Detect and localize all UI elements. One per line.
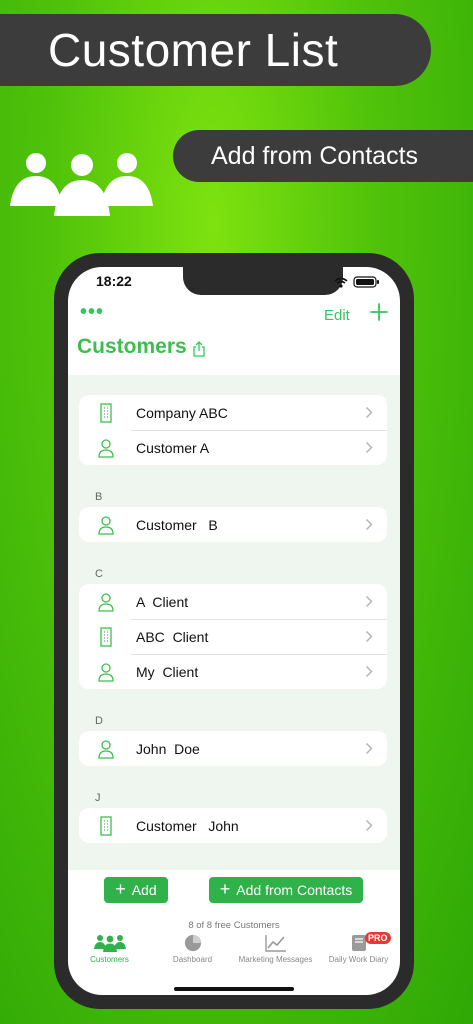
promo-title: Customer List [48,24,339,76]
add-from-contacts-button[interactable]: + Add from Contacts [209,877,363,903]
list-group: John Doe [79,731,387,766]
list-item-label: A Client [136,593,189,610]
plus-icon: + [115,879,126,899]
section-header: J [95,792,101,804]
list-item-label: John Doe [136,740,200,757]
home-indicator [174,987,294,991]
chevron-right-icon [365,595,373,608]
list-item-label: Customer B [136,516,218,533]
building-icon [100,816,112,836]
promo-subtitle-banner: Add from Contacts [173,130,473,182]
add-button-label: Add [131,882,157,898]
person-icon [98,663,114,682]
chevron-right-icon [365,441,373,454]
list-item-label: ABC Client [136,628,209,645]
list-item[interactable]: My Client [79,654,387,689]
pro-badge: PRO [365,932,391,944]
person-icon [98,740,114,759]
list-item[interactable]: Customer John [79,808,387,843]
status-icons [334,276,379,288]
list-item[interactable]: John Doe [79,731,387,766]
chevron-right-icon [365,819,373,832]
chevron-right-icon [365,518,373,531]
chevron-right-icon [365,742,373,755]
add-from-contacts-label: Add from Contacts [236,882,353,898]
list-group: A Client ABC Client My Client [79,584,387,689]
status-time: 18:22 [96,273,132,289]
pie-chart-icon [184,934,201,952]
list-item-label: Customer A [136,439,210,456]
people-icon [93,935,126,952]
list-item-label: My Client [136,663,199,680]
free-customers-note: 8 of 8 free Customers [188,920,280,931]
list-item[interactable]: Customer A [79,430,387,465]
chevron-right-icon [365,665,373,678]
tab-bar: Customers Dashboard Marketing Messages P… [68,932,400,974]
plus-icon: + [219,879,231,899]
person-icon [98,593,114,612]
page-title: Customers [77,335,187,358]
share-icon[interactable] [192,341,206,357]
add-icon[interactable] [368,301,390,323]
tab-label: Customers [90,955,129,964]
phone-screen: 18:22 ••• Edit Customers Company ABC Cust… [68,267,400,995]
list-item[interactable]: ABC Client [79,619,387,654]
building-icon [100,627,112,647]
tab-customers[interactable]: Customers [68,934,151,964]
chevron-right-icon [365,630,373,643]
section-header: B [95,491,103,503]
list-item[interactable]: Customer B [79,507,387,542]
add-button[interactable]: + Add [104,877,168,903]
tab-label: Daily Work Diary [328,955,389,964]
person-icon [98,439,114,458]
list-group: Customer John [79,808,387,843]
phone-frame: 18:22 ••• Edit Customers Company ABC Cust… [54,253,414,1009]
list-group: Company ABC Customer A [79,395,387,465]
edit-button[interactable]: Edit [324,307,350,324]
person-icon [98,516,114,535]
tab-label: Marketing Messages [238,955,313,964]
tab-label: Dashboard [172,955,213,964]
promo-title-banner: Customer List [0,14,431,86]
list-item[interactable]: Company ABC [79,395,387,430]
promo-subtitle: Add from Contacts [211,141,419,170]
line-chart-icon [264,935,286,952]
phone-notch [183,267,343,295]
tab-marketing-messages[interactable]: Marketing Messages [234,934,317,964]
building-icon [100,403,112,423]
more-button[interactable]: ••• [80,301,104,324]
list-item-label: Customer John [136,817,239,834]
chevron-right-icon [365,406,373,419]
list-item[interactable]: A Client [79,584,387,619]
tab-daily-work-diary[interactable]: PRO Daily Work Diary [317,932,400,964]
section-header: D [95,715,103,727]
people-icon [10,153,153,216]
tab-dashboard[interactable]: Dashboard [151,934,234,964]
customer-list[interactable]: Company ABC Customer A B Customer B C A Clien… [68,375,400,870]
list-item-label: Company ABC [136,404,228,421]
list-group: Customer B [79,507,387,542]
section-header: C [95,568,103,580]
